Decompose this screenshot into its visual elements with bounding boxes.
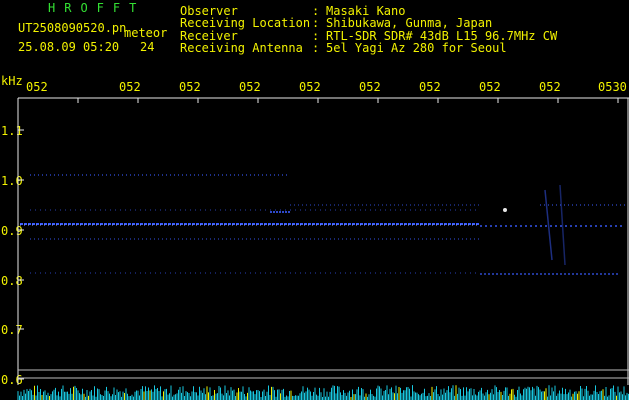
plot-grid xyxy=(17,97,629,385)
meteor-head xyxy=(503,208,507,212)
spectrum-strip xyxy=(17,385,629,400)
signal-traces xyxy=(20,174,625,275)
spectrogram-plot xyxy=(17,97,629,400)
